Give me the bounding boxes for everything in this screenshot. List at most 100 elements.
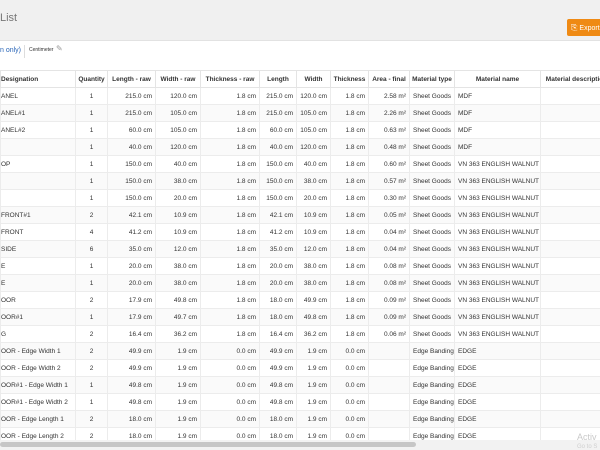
table-row[interactable]: OOR - Edge Width 1 2 49.9 cm 1.9 cm 0.0 cm 49…: [0, 342, 600, 360]
table-cell: 12.0 cm: [296, 240, 331, 258]
table-cell: 10.9 cm: [296, 223, 331, 241]
table-cell: [540, 240, 600, 258]
table-row[interactable]: 1 40.0 cm 120.0 cm 1.8 cm 40.0 cm 120.0 cm 1.8…: [0, 138, 600, 156]
table-row[interactable]: OOR#1 - Edge Width 1 1 49.8 cm 1.9 cm 0.0 cm…: [0, 376, 600, 394]
table-cell: EDGE: [454, 393, 541, 411]
table-cell: 1.9 cm: [296, 359, 331, 377]
table-cell: 1.8 cm: [330, 87, 369, 105]
table-cell: 40.0 cm: [107, 138, 156, 156]
table-cell: [540, 121, 600, 139]
table-cell: Edge Banding: [409, 427, 455, 440]
table-cell: G: [0, 325, 76, 343]
table-cell: 1.8 cm: [200, 240, 260, 258]
table-row[interactable]: ANEL#2 1 60.0 cm 105.0 cm 1.8 cm 60.0 cm 105.0…: [0, 121, 600, 139]
table-cell: [540, 189, 600, 207]
table-cell: OOR - Edge Length 2: [0, 427, 76, 440]
table-cell: 1.8 cm: [200, 257, 260, 275]
table-body: ANEL 1 215.0 cm 120.0 cm 1.8 cm 215.0 cm 120.0…: [0, 87, 600, 440]
table-cell: 105.0 cm: [296, 121, 331, 139]
table-row[interactable]: 1 150.0 cm 38.0 cm 1.8 cm 150.0 cm 38.0 cm 1.8…: [0, 172, 600, 190]
table-row[interactable]: E 1 20.0 cm 38.0 cm 1.8 cm 20.0 cm 38.0 cm 1.8 …: [0, 257, 600, 275]
table-cell: E: [0, 274, 76, 292]
column-header[interactable]: Area - final: [368, 70, 410, 88]
scrollbar-thumb[interactable]: [0, 442, 416, 447]
table-cell: 18.0 cm: [259, 410, 297, 428]
table-cell: 0.60 m²: [368, 155, 410, 173]
table-cell: Edge Banding: [409, 359, 455, 377]
table-cell: 0.0 cm: [330, 342, 369, 360]
unit-selector[interactable]: Centimeter: [29, 47, 53, 53]
table-row[interactable]: FRONT 4 41.2 cm 10.9 cm 1.8 cm 41.2 cm 10.9 cm…: [0, 223, 600, 241]
table-cell: 0.0 cm: [200, 376, 260, 394]
table-cell: ANEL#1: [0, 104, 76, 122]
table-row[interactable]: 1 150.0 cm 20.0 cm 1.8 cm 150.0 cm 20.0 cm 1.8…: [0, 189, 600, 207]
table-cell: ANEL: [0, 87, 76, 105]
column-header[interactable]: Material description: [540, 70, 600, 88]
table-row[interactable]: OOR#1 1 17.9 cm 49.7 cm 1.8 cm 18.0 cm 49.8 cm…: [0, 308, 600, 326]
table-row[interactable]: OOR - Edge Length 2 2 18.0 cm 1.9 cm 0.0 cm 1…: [0, 427, 600, 440]
table-cell: 105.0 cm: [296, 104, 331, 122]
column-header[interactable]: Width - raw: [155, 70, 201, 88]
column-header[interactable]: Material name: [454, 70, 541, 88]
table-row[interactable]: SIDE 6 35.0 cm 12.0 cm 1.8 cm 35.0 cm 12.0 cm 1…: [0, 240, 600, 258]
table-cell: 18.0 cm: [259, 427, 297, 440]
table-cell: 120.0 cm: [296, 138, 331, 156]
table-cell: 38.0 cm: [296, 257, 331, 275]
table-cell: 1: [75, 155, 108, 173]
table-row[interactable]: OOR#1 - Edge Width 2 1 49.8 cm 1.9 cm 0.0 cm…: [0, 393, 600, 411]
pencil-icon[interactable]: ✎: [56, 44, 63, 53]
column-header[interactable]: Length - raw: [107, 70, 156, 88]
table-row[interactable]: ANEL 1 215.0 cm 120.0 cm 1.8 cm 215.0 cm 120.0…: [0, 87, 600, 105]
table-row[interactable]: ANEL#1 1 215.0 cm 105.0 cm 1.8 cm 215.0 cm 105…: [0, 104, 600, 122]
table-cell: 20.0 cm: [107, 274, 156, 292]
table-cell: EDGE: [454, 359, 541, 377]
table-cell: 20.0 cm: [259, 257, 297, 275]
table-row[interactable]: FRONT#1 2 42.1 cm 10.9 cm 1.8 cm 42.1 cm 10.9 …: [0, 206, 600, 224]
column-header[interactable]: Designation: [0, 70, 76, 88]
table-cell: 42.1 cm: [107, 206, 156, 224]
table-cell: 1.8 cm: [200, 274, 260, 292]
table-row[interactable]: OOR - Edge Width 2 2 49.9 cm 1.9 cm 0.0 cm 49…: [0, 359, 600, 377]
table-cell: 1.8 cm: [330, 189, 369, 207]
column-header[interactable]: Thickness: [330, 70, 369, 88]
table-cell: 150.0 cm: [259, 155, 297, 173]
table-cell: [368, 427, 410, 440]
table-row[interactable]: OOR 2 17.9 cm 49.8 cm 1.8 cm 18.0 cm 49.9 cm 1.…: [0, 291, 600, 309]
table-row[interactable]: G 2 16.4 cm 36.2 cm 1.8 cm 16.4 cm 36.2 cm 1.8 …: [0, 325, 600, 343]
table-cell: 1: [75, 138, 108, 156]
table-cell: Edge Banding: [409, 393, 455, 411]
table-cell: 20.0 cm: [107, 257, 156, 275]
table-cell: 38.0 cm: [155, 274, 201, 292]
table-cell: 2: [75, 325, 108, 343]
table-cell: [540, 342, 600, 360]
table-cell: 0.0 cm: [200, 359, 260, 377]
table-cell: [540, 308, 600, 326]
export-button[interactable]: ⎘ Export: [567, 19, 600, 36]
column-header[interactable]: Length: [259, 70, 297, 88]
table-cell: 2: [75, 427, 108, 440]
column-header[interactable]: Material type: [409, 70, 455, 88]
table-row[interactable]: OP 1 150.0 cm 40.0 cm 1.8 cm 150.0 cm 40.0 cm 1…: [0, 155, 600, 173]
table-cell: [540, 87, 600, 105]
horizontal-scrollbar[interactable]: [0, 440, 600, 450]
table-cell: 1.8 cm: [330, 223, 369, 241]
column-header[interactable]: Quantity: [75, 70, 108, 88]
table-cell: 49.9 cm: [259, 342, 297, 360]
table-row[interactable]: OOR - Edge Length 1 2 18.0 cm 1.9 cm 0.0 cm 1…: [0, 410, 600, 428]
table-cell: 1: [75, 393, 108, 411]
table-cell: 0.06 m²: [368, 325, 410, 343]
table-cell: 0.0 cm: [200, 342, 260, 360]
table-cell: 2.58 m²: [368, 87, 410, 105]
table-row[interactable]: E 1 20.0 cm 38.0 cm 1.8 cm 20.0 cm 38.0 cm 1.8 …: [0, 274, 600, 292]
column-header[interactable]: Thickness - raw: [200, 70, 260, 88]
table-cell: [540, 172, 600, 190]
toolbar-divider: [24, 45, 25, 58]
table-cell: 0.63 m²: [368, 121, 410, 139]
table-cell: 49.8 cm: [107, 393, 156, 411]
table-cell: 150.0 cm: [107, 172, 156, 190]
table-cell: 105.0 cm: [155, 104, 201, 122]
table-cell: [540, 325, 600, 343]
column-header[interactable]: Width: [296, 70, 331, 88]
table-cell: 1.8 cm: [330, 121, 369, 139]
table-cell: 41.2 cm: [259, 223, 297, 241]
